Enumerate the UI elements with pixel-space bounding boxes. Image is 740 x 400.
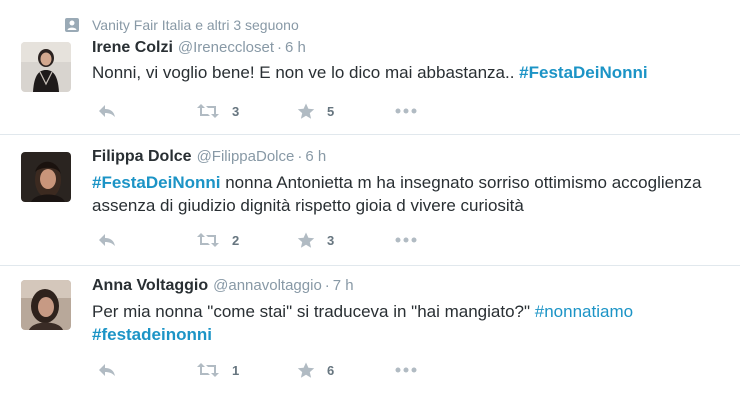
reply-button[interactable] [97, 359, 117, 381]
reply-icon [97, 232, 117, 248]
favorite-count[interactable]: 3 [327, 233, 334, 248]
favorite-button[interactable]: 6 [297, 359, 334, 381]
person-follow-icon [64, 17, 80, 33]
hashtag-link[interactable]: #festadeinonni [92, 325, 212, 344]
reply-button[interactable] [97, 229, 117, 251]
tweet-actions: 2 3 [92, 229, 452, 251]
retweet-icon [196, 362, 220, 378]
tweet-text-plain: Nonni, vi voglio bene! E non ve lo dico … [92, 63, 520, 82]
tweet-text-plain: Per mia nonna "come stai" si traduceva i… [92, 302, 535, 321]
retweet-button[interactable]: 3 [196, 100, 239, 122]
retweet-button[interactable]: 2 [196, 229, 239, 251]
star-icon [297, 362, 315, 379]
avatar[interactable] [21, 280, 71, 330]
favorite-count[interactable]: 5 [327, 104, 334, 119]
reply-icon [97, 103, 117, 119]
timestamp[interactable]: 6 h [285, 39, 306, 56]
more-button[interactable] [395, 100, 417, 122]
separator: · [277, 39, 283, 56]
tweet-header: Filippa Dolce @FilippaDolce · 6 h [92, 148, 326, 166]
retweet-icon [196, 232, 220, 248]
retweet-count[interactable]: 2 [232, 233, 239, 248]
more-dots-icon [395, 108, 417, 114]
follow-context[interactable]: Vanity Fair Italia e altri 3 seguono [64, 15, 299, 35]
tweet-header: Irene Colzi @Ireneccloset · 6 h [92, 39, 306, 57]
tweet[interactable]: Anna Voltaggio @annavoltaggio · 7 h Per … [0, 266, 740, 400]
separator: · [297, 148, 303, 165]
more-dots-icon [395, 367, 417, 373]
timestamp[interactable]: 6 h [305, 148, 326, 165]
fullname[interactable]: Anna Voltaggio [92, 277, 208, 295]
hashtag-link[interactable]: #nonnatiamo [535, 302, 633, 321]
more-dots-icon [395, 237, 417, 243]
retweet-count[interactable]: 3 [232, 104, 239, 119]
username[interactable]: @annavoltaggio [213, 277, 322, 294]
context-text: Vanity Fair Italia e altri 3 seguono [92, 17, 299, 33]
retweet-count[interactable]: 1 [232, 363, 239, 378]
tweet-text: #FestaDeiNonni nonna Antonietta m ha ins… [92, 171, 712, 217]
retweet-button[interactable]: 1 [196, 359, 239, 381]
avatar[interactable] [21, 42, 71, 92]
tweet-actions: 3 5 [92, 100, 452, 122]
username[interactable]: @Ireneccloset [178, 39, 274, 56]
retweet-icon [196, 103, 220, 119]
separator: · [324, 277, 330, 294]
timestamp[interactable]: 7 h [333, 277, 354, 294]
favorite-button[interactable]: 5 [297, 100, 334, 122]
reply-icon [97, 362, 117, 378]
more-button[interactable] [395, 229, 417, 251]
avatar[interactable] [21, 152, 71, 202]
tweet-actions: 1 6 [92, 359, 452, 381]
tweet-stream: Vanity Fair Italia e altri 3 seguono Ire… [0, 0, 740, 400]
more-button[interactable] [395, 359, 417, 381]
tweet[interactable]: Vanity Fair Italia e altri 3 seguono Ire… [0, 0, 740, 135]
fullname[interactable]: Irene Colzi [92, 39, 173, 57]
favorite-count[interactable]: 6 [327, 363, 334, 378]
hashtag-link[interactable]: #FestaDeiNonni [92, 173, 220, 192]
tweet-text: Per mia nonna "come stai" si traduceva i… [92, 300, 712, 346]
star-icon [297, 103, 315, 120]
hashtag-link[interactable]: #FestaDeiNonni [519, 63, 647, 82]
tweet-header: Anna Voltaggio @annavoltaggio · 7 h [92, 277, 354, 295]
favorite-button[interactable]: 3 [297, 229, 334, 251]
star-icon [297, 232, 315, 249]
tweet[interactable]: Filippa Dolce @FilippaDolce · 6 h #Festa… [0, 135, 740, 266]
tweet-text: Nonni, vi voglio bene! E non ve lo dico … [92, 61, 712, 84]
username[interactable]: @FilippaDolce [197, 148, 295, 165]
reply-button[interactable] [97, 100, 117, 122]
fullname[interactable]: Filippa Dolce [92, 148, 192, 166]
